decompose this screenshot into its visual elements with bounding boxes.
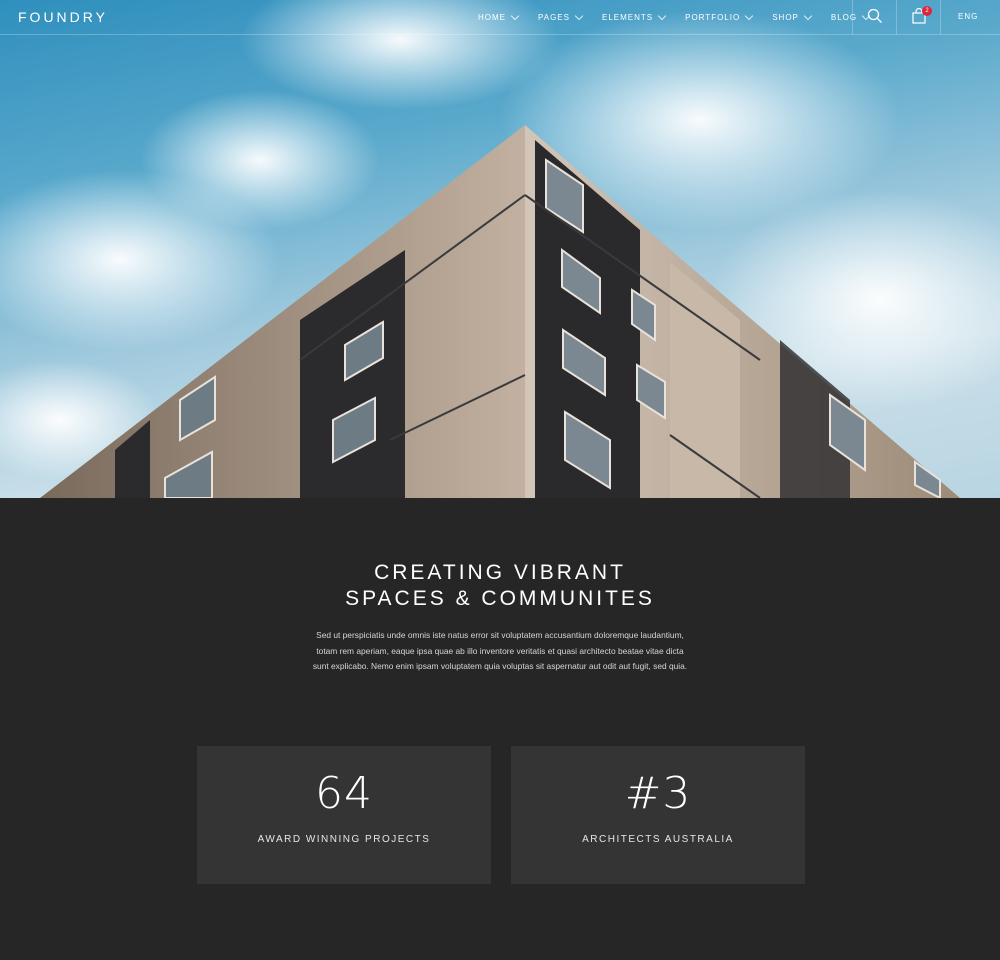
nav-divider — [940, 0, 941, 34]
nav-item-pages[interactable]: PAGES — [538, 11, 584, 22]
stat-label: AWARD WINNING PROJECTS — [257, 834, 431, 845]
stat-label: ARCHITECTS AUSTRALIA — [582, 834, 734, 845]
nav-item-label: SHOP — [772, 12, 799, 22]
nav-item-elements[interactable]: ELEMENTS — [601, 11, 667, 22]
stat-value: 64 — [315, 768, 373, 819]
brand-logo[interactable]: FOUNDRY — [18, 9, 108, 25]
chevron-down-icon — [510, 11, 520, 20]
nav-divider — [852, 0, 853, 34]
intro-paragraph: Sed ut perspiciatis unde omnis iste natu… — [312, 630, 688, 671]
top-navigation: FOUNDRY HOME PAGES ELEMENTS PORTFOLIO SH… — [0, 0, 1000, 35]
chevron-down-icon — [744, 11, 754, 20]
nav-item-label: HOME — [478, 12, 506, 22]
chevron-down-icon — [803, 11, 813, 20]
headline-line: CREATING VIBRANT — [374, 561, 626, 584]
cart-count-badge: 2 — [922, 6, 932, 16]
nav-item-home[interactable]: HOME — [478, 11, 520, 22]
nav-item-shop[interactable]: SHOP — [772, 11, 813, 22]
nav-item-label: PORTFOLIO — [685, 12, 741, 22]
building-photo — [0, 0, 1000, 498]
section-headline: CREATING VIBRANT SPACES & COMMUNITES — [0, 560, 1000, 612]
nav-item-label: PAGES — [538, 12, 570, 22]
chevron-down-icon — [574, 11, 584, 20]
chevron-down-icon — [657, 11, 667, 20]
nav-item-portfolio[interactable]: PORTFOLIO — [685, 11, 754, 22]
search-icon[interactable] — [867, 8, 883, 29]
language-selector[interactable]: ENG — [958, 12, 978, 21]
nav-item-label: ELEMENTS — [601, 12, 654, 22]
nav-item-label: BLOG — [830, 12, 858, 22]
stat-card: #3 ARCHITECTS AUSTRALIA — [511, 746, 805, 884]
hero-image: FOUNDRY HOME PAGES ELEMENTS PORTFOLIO SH… — [0, 0, 1000, 498]
nav-item-blog[interactable]: BLOG — [830, 11, 871, 22]
headline-line: SPACES & COMMUNITES — [345, 587, 655, 610]
main-menu: HOME PAGES ELEMENTS PORTFOLIO SHOP BLOG — [478, 0, 889, 34]
nav-divider — [896, 0, 897, 34]
stat-card: 64 AWARD WINNING PROJECTS — [197, 746, 491, 884]
stat-value: #3 — [624, 768, 692, 819]
